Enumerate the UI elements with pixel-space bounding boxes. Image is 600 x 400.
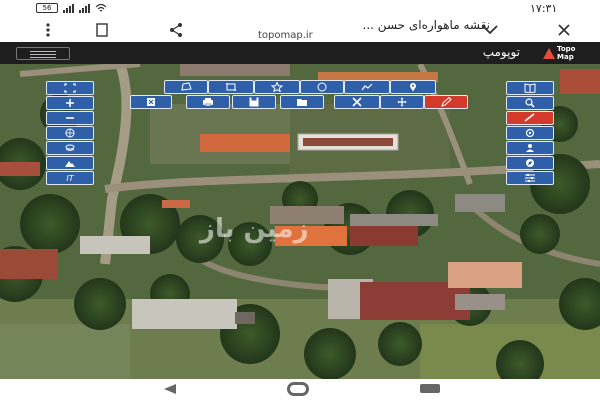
draw-line-button[interactable] [344,80,390,94]
location-pin-icon [410,82,416,92]
app-header: توپومپ Topo Map [0,42,600,64]
terrain-button[interactable] [46,156,94,170]
share-icon[interactable] [166,20,186,40]
circle-icon [317,82,327,92]
globe-button[interactable] [46,126,94,140]
page-url[interactable]: topomap.ir [258,30,313,41]
add-marker-button[interactable] [390,80,436,94]
recent-apps-icon[interactable] [420,384,440,393]
draw-polygon-button[interactable] [164,80,208,94]
more-options-icon[interactable] [38,20,58,40]
save-button[interactable] [232,95,276,109]
satellite-map[interactable]: IT زمین باز [0,64,600,379]
signal-icon [63,3,74,13]
folder-icon [297,99,307,106]
menu-button[interactable] [16,47,70,60]
status-time: ١٧:٣١ [530,2,558,15]
pencil-icon [441,97,452,107]
status-bar: 56 ١٧:٣١ [0,0,600,18]
polyline-icon [361,83,373,91]
filter-button[interactable] [506,171,554,185]
browser-bar: topomap.ir نقشه ماهواره‌ای حسن ... [0,18,600,42]
mountain-icon [65,161,75,167]
chevron-down-icon[interactable] [480,20,500,40]
tools-icon [352,97,362,107]
home-icon[interactable] [287,382,309,396]
gear-icon [525,128,535,138]
battery-indicator: 56 [36,3,58,13]
logo-text-top: Topo [557,45,576,53]
page-title: نقشه ماهواره‌ای حسن ... [362,18,490,32]
android-nav-bar [0,379,600,400]
star-icon [271,82,283,92]
search-icon [525,98,535,108]
map-list-button[interactable] [506,81,554,95]
person-pin-icon [526,144,534,152]
plus-icon [66,99,74,107]
move-button[interactable] [380,95,424,109]
move-arrows-icon [397,97,407,107]
minus-icon [66,117,74,119]
zoom-in-button[interactable] [46,96,94,110]
wifi-icon [95,3,107,12]
bookmark-icon[interactable] [92,20,112,40]
compass-button[interactable] [506,156,554,170]
user-location-button[interactable] [506,141,554,155]
clear-button[interactable] [130,95,172,109]
logo-text-bottom: Map [557,53,574,61]
back-icon[interactable] [164,384,176,394]
fullscreen-icon [64,83,76,93]
shape-nodes-icon [226,83,236,91]
zoom-out-button[interactable] [46,111,94,125]
draw-shape-button[interactable] [208,80,254,94]
print-button[interactable] [186,95,230,109]
globe-icon [65,128,75,138]
search-button[interactable] [506,96,554,110]
open-file-button[interactable] [280,95,324,109]
printer-icon [203,98,213,107]
scale-button[interactable]: IT [46,171,94,185]
logo-mark-icon [543,48,555,59]
draw-star-button[interactable] [254,80,300,94]
tools-button[interactable] [334,95,380,109]
polygon-icon [181,82,192,91]
compass-icon [526,159,534,167]
ruler-icon [524,113,535,122]
measure-button[interactable] [506,111,554,125]
edit-button[interactable] [424,95,468,109]
layers-icon [65,144,75,151]
settings-button[interactable] [506,126,554,140]
layers-button[interactable] [46,141,94,155]
watermark: زمین باز [200,214,309,244]
sliders-icon [525,174,535,182]
close-icon[interactable] [554,20,574,40]
fullscreen-button[interactable] [46,81,94,95]
book-icon [524,83,536,93]
topomap-logo[interactable]: Topo Map [540,44,590,62]
floppy-disk-icon [249,97,259,107]
close-box-icon [147,98,155,106]
app-brand: توپومپ [482,45,520,59]
draw-circle-button[interactable] [300,80,344,94]
signal-icon-2 [79,3,90,13]
system-indicators: 56 [36,3,107,13]
